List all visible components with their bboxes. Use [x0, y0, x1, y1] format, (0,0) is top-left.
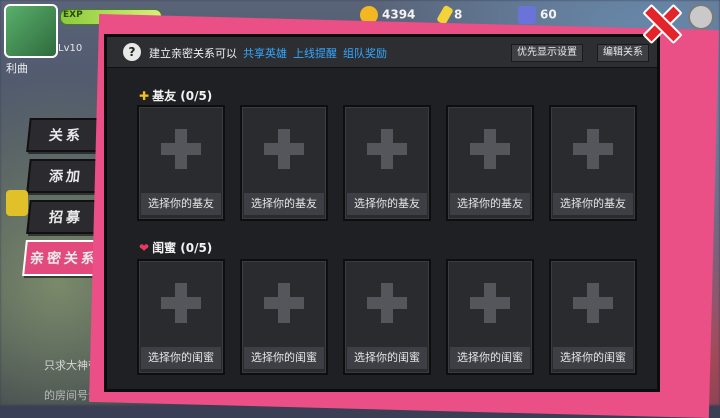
plus-icon-bar [264, 297, 304, 309]
buddy-slot-4[interactable]: 选择你的基友 [446, 105, 534, 221]
slot-label: 选择你的基友 [244, 193, 324, 215]
gem-icon [518, 6, 536, 24]
slot-label: 选择你的基友 [141, 193, 221, 215]
benefit-share-hero[interactable]: 共享英雄 [243, 47, 287, 60]
heart-icon: ❤ [139, 241, 150, 255]
player-level: Lv10 [58, 43, 83, 54]
edit-relations-button[interactable]: 编辑关系 [597, 44, 649, 62]
gear-icon[interactable] [688, 4, 714, 30]
plus-icon-bar [161, 143, 201, 155]
benefit-team-reward[interactable]: 组队奖励 [343, 47, 387, 60]
bestie-slot-5[interactable]: 选择你的闺蜜 [549, 259, 637, 375]
side-tab-relations[interactable]: 关系 [26, 118, 106, 152]
slot-label: 选择你的基友 [553, 193, 633, 215]
player-name: 利曲 [6, 62, 28, 75]
mascot-icon [6, 190, 28, 216]
exp-label: EXP [63, 10, 83, 20]
benefit-info: 建立亲密关系可以 共享英雄 上线提醒 组队奖励 [149, 45, 387, 61]
besties-count: 闺蜜 (0/5) [152, 241, 213, 255]
slot-label: 选择你的闺蜜 [553, 347, 633, 369]
slot-label: 选择你的闺蜜 [347, 347, 427, 369]
gem-value: 60 [540, 7, 557, 22]
dialog-header: ? 建立亲密关系可以 共享英雄 上线提醒 组队奖励 优先显示设置 编辑关系 [107, 37, 657, 68]
plus-icon-bar [264, 143, 304, 155]
player-avatar[interactable] [4, 4, 58, 58]
section-title-besties: ❤ 闺蜜 (0/5) [139, 239, 212, 256]
slot-label: 选择你的闺蜜 [244, 347, 324, 369]
resource-stamina[interactable]: 8 [436, 4, 463, 26]
intimate-relations-dialog: ? 建立亲密关系可以 共享英雄 上线提醒 组队奖励 优先显示设置 编辑关系 ✚ 基友 (… [104, 34, 660, 392]
slot-label: 选择你的基友 [347, 193, 427, 215]
buddy-slot-5[interactable]: 选择你的基友 [549, 105, 637, 221]
coin-value: 4394 [382, 7, 416, 22]
slot-label: 选择你的闺蜜 [141, 347, 221, 369]
plus-icon-bar [470, 297, 510, 309]
bestie-slot-2[interactable]: 选择你的闺蜜 [240, 259, 328, 375]
plus-icon-bar [573, 297, 613, 309]
benefit-online-reminder[interactable]: 上线提醒 [293, 47, 337, 60]
help-icon[interactable]: ? [123, 43, 141, 61]
section-title-buddies: ✚ 基友 (0/5) [139, 87, 212, 104]
plus-icon-bar [367, 297, 407, 309]
gamepad-icon: ✚ [139, 89, 150, 103]
buddy-slot-3[interactable]: 选择你的基友 [343, 105, 431, 221]
resource-gem[interactable]: 60 [518, 6, 557, 24]
buddies-count: 基友 (0/5) [152, 89, 213, 103]
buddy-slot-1[interactable]: 选择你的基友 [137, 105, 225, 221]
slot-label: 选择你的闺蜜 [450, 347, 530, 369]
slot-label: 选择你的基友 [450, 193, 530, 215]
bestie-slot-4[interactable]: 选择你的闺蜜 [446, 259, 534, 375]
plus-icon-bar [470, 143, 510, 155]
benefit-prefix: 建立亲密关系可以 [149, 47, 237, 60]
bestie-slot-1[interactable]: 选择你的闺蜜 [137, 259, 225, 375]
plus-icon-bar [573, 143, 613, 155]
priority-display-button[interactable]: 优先显示设置 [511, 44, 583, 62]
buddy-slot-2[interactable]: 选择你的基友 [240, 105, 328, 221]
stamina-value: 8 [454, 7, 463, 22]
plus-icon-bar [161, 297, 201, 309]
bestie-slot-3[interactable]: 选择你的闺蜜 [343, 259, 431, 375]
plus-icon-bar [367, 143, 407, 155]
close-icon[interactable] [642, 3, 683, 45]
